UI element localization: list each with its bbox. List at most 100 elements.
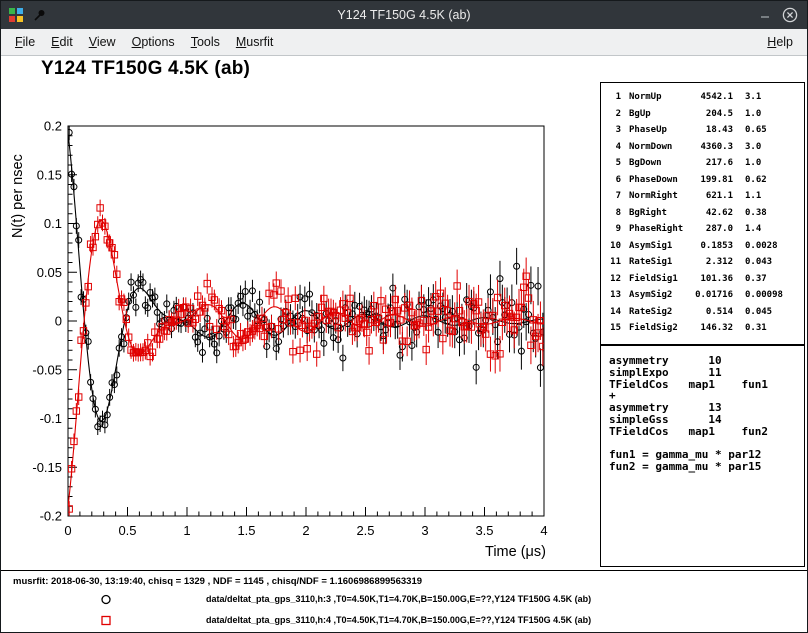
param-row-FieldSig1: 12FieldSig1101.360.37	[607, 271, 800, 288]
close-button[interactable]	[782, 7, 798, 23]
p-err: 1.0	[745, 109, 761, 119]
p-val: 146.32	[691, 323, 733, 333]
svg-text:3.5: 3.5	[475, 523, 493, 538]
legend-row-1: data/deltat_pta_gps_3110,h:3 ,T0=4.50K,T…	[1, 590, 807, 610]
menu-right: Help	[759, 30, 801, 54]
menu-tools[interactable]: Tools	[183, 30, 228, 54]
param-row-PhaseDown: 6PhaseDown199.810.62	[607, 172, 800, 189]
menu-left: FileEditViewOptionsToolsMusrfit	[7, 30, 281, 54]
p-val: 0.514	[691, 307, 733, 317]
param-row-AsymSig1: 10AsymSig10.18530.0028	[607, 238, 800, 255]
p-no: 6	[607, 175, 621, 185]
p-err: 1.1	[745, 191, 761, 201]
param-row-BgUp: 2 BgUp204.5 1.0	[607, 106, 800, 123]
p-val: 4542.1	[691, 92, 733, 102]
data-series-circle	[66, 125, 546, 435]
p-err: 0.00098	[745, 290, 783, 300]
svg-text:-0.05: -0.05	[32, 362, 62, 377]
menu-options[interactable]: Options	[124, 30, 183, 54]
menu-file[interactable]: File	[7, 30, 43, 54]
param-row-NormRight: 7NormRight621.11.1	[607, 188, 800, 205]
p-err: 0.38	[745, 208, 767, 218]
svg-text:-0.2: -0.2	[40, 509, 62, 524]
p-no: 14	[607, 307, 621, 317]
param-row-NormUp: 1 NormUp4542.1 3.1	[607, 89, 800, 106]
p-no: 5	[607, 158, 621, 168]
p-name: PhaseUp	[629, 125, 691, 135]
svg-text:4: 4	[540, 523, 547, 538]
p-err: 1.4	[745, 224, 761, 234]
param-row-AsymSig2: 13AsymSig20.017160.00098	[607, 287, 800, 304]
p-val: 199.81	[691, 175, 733, 185]
p-no: 9	[607, 224, 621, 234]
parameter-box: 1NormUp4542.13.12BgUp204.51.03PhaseUp18.…	[600, 82, 805, 345]
p-name: RateSig1	[629, 257, 691, 267]
svg-text:0: 0	[64, 523, 71, 538]
p-err: 0.65	[745, 125, 767, 135]
p-val: 101.36	[691, 274, 733, 284]
p-no: 7	[607, 191, 621, 201]
theory-text: asymmetry 10 simplExpo 11 TFieldCos map1…	[601, 346, 804, 473]
p-err: 3.1	[745, 92, 761, 102]
p-name: PhaseRight	[629, 224, 691, 234]
svg-text:0.5: 0.5	[118, 523, 136, 538]
app-icon	[8, 7, 24, 23]
circle-marker-icon	[98, 592, 114, 607]
p-no: 3	[607, 125, 621, 135]
titlebar[interactable]: Y124 TF150G 4.5K (ab)	[1, 1, 807, 29]
theory-curve	[68, 220, 544, 506]
menu-view[interactable]: View	[81, 30, 124, 54]
svg-text:0: 0	[55, 314, 62, 329]
fit-info-line: musrfit: 2018-06-30, 13:19:40, chisq = 1…	[13, 576, 422, 587]
data-series-square	[66, 200, 546, 517]
p-no: 4	[607, 142, 621, 152]
menu-edit[interactable]: Edit	[43, 30, 81, 54]
app-window: Y124 TF150G 4.5K (ab) FileEditViewOption…	[0, 0, 808, 633]
p-val: 287.0	[691, 224, 733, 234]
param-row-RateSig2: 14 RateSig20.514 0.045	[607, 304, 800, 321]
minimize-button[interactable]	[757, 7, 773, 23]
legend-row-2: data/deltat_pta_gps_3110,h:4 ,T0=4.50K,T…	[1, 611, 807, 631]
svg-text:2.5: 2.5	[356, 523, 374, 538]
p-name: NormUp	[629, 92, 691, 102]
titlebar-right	[757, 7, 798, 23]
legend-label: data/deltat_pta_gps_3110,h:3 ,T0=4.50K,T…	[206, 594, 591, 604]
menu-help[interactable]: Help	[759, 30, 801, 54]
svg-text:1: 1	[183, 523, 190, 538]
p-val: 217.6	[691, 158, 733, 168]
menu-musrfit[interactable]: Musrfit	[228, 30, 282, 54]
param-row-FieldSig2: 15FieldSig2146.320.31	[607, 320, 800, 337]
svg-text:1.5: 1.5	[237, 523, 255, 538]
plot-frame	[68, 126, 544, 516]
y-axis-title: N(t) per nsec	[10, 154, 26, 238]
plot-title: Y124 TF150G 4.5K (ab)	[41, 58, 250, 80]
svg-text:0.2: 0.2	[44, 119, 62, 134]
separator-line	[1, 570, 807, 571]
p-err: 0.043	[745, 257, 772, 267]
p-no: 10	[607, 241, 621, 251]
param-row-BgDown: 5 BgDown217.6 1.0	[607, 155, 800, 172]
p-name: BgDown	[629, 158, 691, 168]
param-row-PhaseRight: 9 PhaseRight287.0 1.4	[607, 221, 800, 238]
p-name: FieldSig1	[629, 274, 691, 284]
p-err: 1.0	[745, 158, 761, 168]
p-no: 1	[607, 92, 621, 102]
p-name: BgUp	[629, 109, 691, 119]
p-no: 15	[607, 323, 621, 333]
svg-text:0.15: 0.15	[37, 167, 62, 182]
p-val: 204.5	[691, 109, 733, 119]
p-name: AsymSig1	[629, 241, 691, 251]
axis-ticks	[68, 126, 544, 516]
p-err: 3.0	[745, 142, 761, 152]
p-name: BgRight	[629, 208, 691, 218]
p-err: 0.045	[745, 307, 772, 317]
legend-label: data/deltat_pta_gps_3110,h:4 ,T0=4.50K,T…	[206, 615, 591, 625]
pin-icon[interactable]	[31, 7, 47, 23]
menubar: FileEditViewOptionsToolsMusrfit Help	[1, 29, 807, 56]
p-no: 8	[607, 208, 621, 218]
p-name: FieldSig2	[629, 323, 691, 333]
p-err: 0.37	[745, 274, 767, 284]
p-no: 2	[607, 109, 621, 119]
p-no: 11	[607, 257, 621, 267]
p-name: RateSig2	[629, 307, 691, 317]
